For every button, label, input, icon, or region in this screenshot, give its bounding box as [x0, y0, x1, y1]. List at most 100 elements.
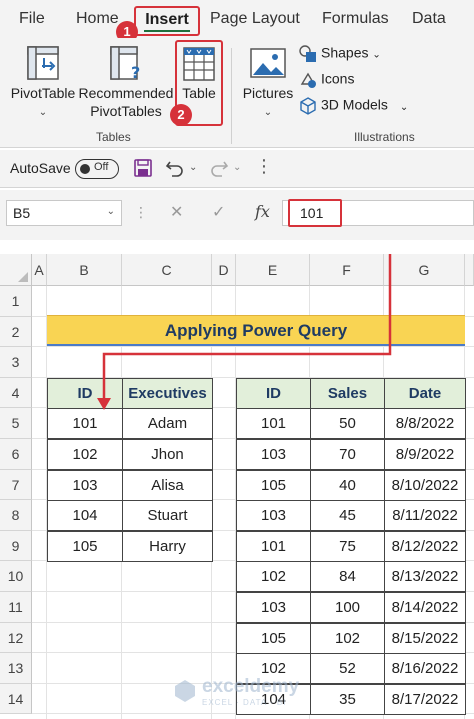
table-cell[interactable]: Adam — [122, 408, 213, 440]
table-cell[interactable]: 8/12/2022 — [384, 530, 466, 562]
table-cell[interactable]: 102 — [236, 561, 311, 593]
insert-function-icon[interactable]: fx — [255, 202, 270, 221]
table-cell[interactable]: 84 — [310, 561, 385, 593]
table-cell[interactable]: 103 — [236, 592, 311, 623]
table-cell[interactable]: 75 — [310, 530, 385, 562]
column-header[interactable]: B — [47, 254, 122, 286]
enter-icon[interactable]: ✓ — [212, 202, 225, 222]
table-cell[interactable]: 8/8/2022 — [384, 408, 466, 440]
table-header-cell[interactable]: Executives — [122, 377, 213, 409]
table-cell[interactable]: 35 — [310, 683, 385, 715]
row-header[interactable]: 7 — [0, 469, 32, 501]
chevron-down-icon[interactable]: ⌄ — [107, 206, 115, 217]
row-header[interactable]: 10 — [0, 561, 32, 592]
table-cell[interactable]: 102 — [47, 439, 123, 470]
table-cell[interactable]: 8/16/2022 — [384, 653, 466, 685]
tab-home[interactable]: Home — [76, 10, 119, 28]
recommended-pivottables-icon: ? — [110, 46, 140, 82]
shapes-button[interactable]: Shapes ⌄ — [298, 44, 381, 64]
icons-button[interactable]: Icons — [298, 70, 354, 90]
table-cell[interactable]: 104 — [47, 500, 123, 532]
row-header[interactable]: 9 — [0, 530, 32, 562]
row-header[interactable]: 3 — [0, 347, 32, 378]
table-header-cell[interactable]: Sales — [310, 377, 385, 409]
row-header[interactable]: 12 — [0, 622, 32, 654]
formula-value-highlight[interactable]: 101 — [288, 199, 342, 227]
table-cell[interactable]: 8/13/2022 — [384, 561, 466, 593]
row-header[interactable]: 6 — [0, 439, 32, 470]
table-cell[interactable]: 105 — [236, 622, 311, 654]
pivottable-label: PivotTable — [10, 85, 76, 101]
table-cell[interactable]: 8/14/2022 — [384, 592, 466, 623]
pictures-icon — [250, 48, 286, 78]
pictures-button[interactable]: Pictures ⌄ — [240, 44, 296, 122]
row-header[interactable]: 11 — [0, 592, 32, 623]
table-cell[interactable]: 40 — [310, 469, 385, 501]
table-cell[interactable]: Stuart — [122, 500, 213, 532]
row-header[interactable]: 5 — [0, 408, 32, 439]
table-cell[interactable]: 102 — [310, 622, 385, 654]
table-cell[interactable]: 103 — [236, 500, 311, 532]
column-header[interactable]: C — [122, 254, 212, 286]
table-cell[interactable]: 8/17/2022 — [384, 683, 466, 715]
table-cell[interactable]: Alisa — [122, 469, 213, 501]
save-icon[interactable] — [133, 158, 153, 178]
chevron-down-icon[interactable]: ⌄ — [233, 162, 241, 173]
column-header[interactable]: A — [32, 254, 47, 286]
table-cell[interactable]: 8/10/2022 — [384, 469, 466, 501]
chevron-down-icon[interactable]: ⌄ — [189, 162, 197, 173]
table-cell[interactable]: 8/15/2022 — [384, 622, 466, 654]
table-header-cell[interactable]: Date — [384, 377, 466, 409]
table-cell[interactable]: 50 — [310, 408, 385, 440]
redo-icon[interactable] — [208, 158, 230, 180]
table-header-cell[interactable]: ID — [47, 377, 123, 409]
table-cell[interactable]: Jhon — [122, 439, 213, 470]
table-cell[interactable]: 105 — [47, 530, 123, 562]
select-all-corner[interactable] — [0, 254, 32, 286]
recommended-label-line1: Recommended — [78, 85, 174, 101]
table-cell[interactable]: 45 — [310, 500, 385, 532]
row-header[interactable]: 14 — [0, 683, 32, 715]
table-cell[interactable]: 101 — [236, 408, 311, 440]
row-header[interactable]: 1 — [0, 286, 32, 317]
table-cell[interactable]: 101 — [47, 408, 123, 440]
row-header[interactable]: 13 — [0, 653, 32, 684]
3d-models-button[interactable]: 3D Models ⌄ — [298, 96, 408, 116]
name-box[interactable]: B5 ⌄ — [6, 200, 122, 226]
customize-toolbar-icon[interactable]: ⋮ — [255, 156, 273, 177]
tab-file[interactable]: File — [19, 10, 45, 28]
table-cell[interactable]: 52 — [310, 653, 385, 685]
cancel-icon[interactable]: ✕ — [170, 202, 183, 222]
table-cell[interactable]: Harry — [122, 530, 213, 562]
tab-data[interactable]: Data — [412, 10, 446, 28]
tab-insert[interactable]: Insert — [134, 6, 200, 36]
table-cell[interactable]: 70 — [310, 439, 385, 470]
row-header[interactable]: 4 — [0, 377, 32, 409]
table-cell[interactable]: 103 — [236, 439, 311, 470]
table-cell[interactable]: 105 — [236, 469, 311, 501]
gridline — [32, 346, 474, 348]
table-cell[interactable]: 103 — [47, 469, 123, 501]
recommended-pivottables-button[interactable]: ? Recommended PivotTables — [78, 44, 174, 120]
group-separator — [231, 48, 232, 144]
row-header[interactable]: 2 — [0, 316, 32, 348]
table-cell[interactable]: 8/11/2022 — [384, 500, 466, 532]
undo-icon[interactable] — [164, 158, 186, 180]
column-header[interactable]: F — [310, 254, 384, 286]
row-header[interactable]: 8 — [0, 500, 32, 531]
autosave-toggle[interactable]: Off — [75, 159, 119, 179]
pivottable-button[interactable]: PivotTable ⌄ — [8, 44, 78, 122]
watermark-name: exceldemy — [202, 676, 300, 697]
column-header[interactable]: E — [236, 254, 310, 286]
column-header[interactable]: G — [384, 254, 465, 286]
table-cell[interactable]: 8/9/2022 — [384, 439, 466, 470]
ribbon-insert-panel: PivotTable ⌄ ? Recommended PivotTables T… — [0, 38, 474, 148]
worksheet-grid[interactable]: A B C D E F G 1 2 3 4 5 6 7 8 9 10 11 12 13 14 Applying Power… — [0, 254, 474, 719]
table-cell[interactable]: 100 — [310, 592, 385, 623]
column-header[interactable]: D — [212, 254, 236, 286]
drag-handle-icon[interactable]: ⋮ — [134, 204, 148, 221]
table-cell[interactable]: 101 — [236, 530, 311, 562]
tab-formulas[interactable]: Formulas — [322, 10, 389, 28]
tab-page-layout[interactable]: Page Layout — [210, 10, 300, 28]
table-header-cell[interactable]: ID — [236, 377, 311, 409]
